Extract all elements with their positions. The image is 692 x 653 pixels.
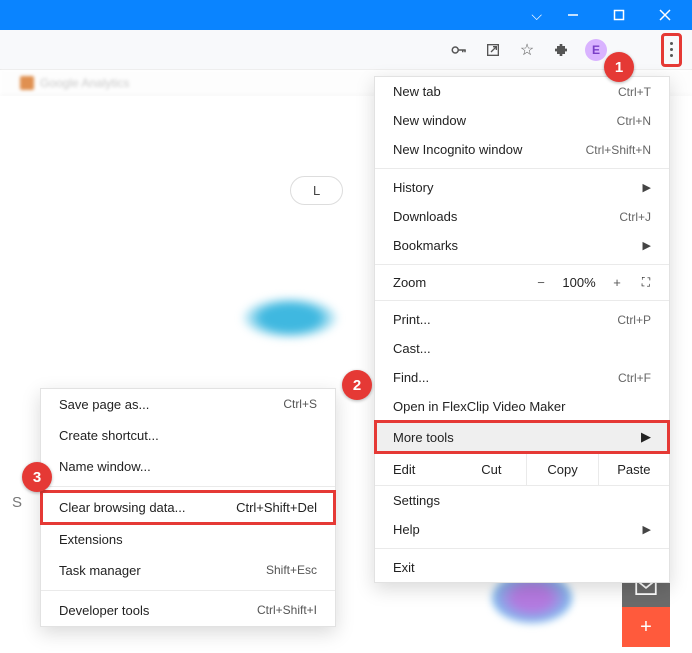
menu-bookmarks[interactable]: Bookmarks▶ bbox=[375, 231, 669, 260]
zoom-level: 100% bbox=[555, 275, 603, 290]
edit-cut[interactable]: Cut bbox=[456, 454, 527, 485]
menu-edit-row: Edit Cut Copy Paste bbox=[375, 453, 669, 486]
more-menu-button[interactable] bbox=[661, 33, 682, 67]
menu-downloads[interactable]: DownloadsCtrl+J bbox=[375, 202, 669, 231]
step-badge-2: 2 bbox=[342, 370, 372, 400]
menu-print[interactable]: Print...Ctrl+P bbox=[375, 305, 669, 334]
page-pill: L bbox=[290, 176, 343, 205]
submenu-create-shortcut[interactable]: Create shortcut... bbox=[41, 420, 335, 451]
submenu-task-manager[interactable]: Task managerShift+Esc bbox=[41, 555, 335, 586]
submenu-save-page[interactable]: Save page as...Ctrl+S bbox=[41, 389, 335, 420]
edit-paste[interactable]: Paste bbox=[599, 454, 669, 485]
edit-label: Edit bbox=[375, 454, 456, 485]
edit-copy[interactable]: Copy bbox=[527, 454, 598, 485]
more-tools-submenu: Save page as...Ctrl+S Create shortcut...… bbox=[40, 388, 336, 627]
menu-find[interactable]: Find...Ctrl+F bbox=[375, 363, 669, 392]
menu-flexclip[interactable]: Open in FlexClip Video Maker bbox=[375, 392, 669, 421]
step-badge-1: 1 bbox=[604, 52, 634, 82]
tab-search-icon[interactable]: ⌵ bbox=[531, 7, 542, 24]
main-menu: New tabCtrl+T New windowCtrl+N New Incog… bbox=[374, 76, 670, 583]
menu-new-tab[interactable]: New tabCtrl+T bbox=[375, 77, 669, 106]
window-titlebar: ⌵ bbox=[0, 0, 692, 30]
menu-new-incognito[interactable]: New Incognito windowCtrl+Shift+N bbox=[375, 135, 669, 164]
window-minimize-button[interactable] bbox=[550, 0, 596, 30]
key-icon[interactable] bbox=[449, 41, 469, 59]
menu-zoom: Zoom − 100% + ⛶ bbox=[375, 269, 669, 296]
extensions-icon[interactable] bbox=[551, 42, 571, 58]
menu-exit[interactable]: Exit bbox=[375, 553, 669, 582]
add-fab[interactable]: + bbox=[622, 607, 670, 647]
submenu-extensions[interactable]: Extensions bbox=[41, 524, 335, 555]
menu-help[interactable]: Help▶ bbox=[375, 515, 669, 544]
step-badge-3: 3 bbox=[22, 462, 52, 492]
profile-avatar[interactable]: E bbox=[585, 39, 607, 61]
submenu-name-window[interactable]: Name window... bbox=[41, 451, 335, 482]
window-close-button[interactable] bbox=[642, 0, 688, 30]
zoom-in-button[interactable]: + bbox=[603, 275, 631, 290]
window-maximize-button[interactable] bbox=[596, 0, 642, 30]
menu-settings[interactable]: Settings bbox=[375, 486, 669, 515]
submenu-developer-tools[interactable]: Developer toolsCtrl+Shift+I bbox=[41, 595, 335, 626]
decorative-blob bbox=[240, 296, 340, 340]
menu-new-window[interactable]: New windowCtrl+N bbox=[375, 106, 669, 135]
submenu-clear-browsing-data[interactable]: Clear browsing data...Ctrl+Shift+Del bbox=[40, 490, 336, 525]
browser-toolbar: ☆ E bbox=[0, 30, 692, 70]
menu-history[interactable]: History▶ bbox=[375, 173, 669, 202]
side-letter: S bbox=[12, 494, 22, 511]
menu-cast[interactable]: Cast... bbox=[375, 334, 669, 363]
star-icon[interactable]: ☆ bbox=[517, 40, 537, 60]
open-external-icon[interactable] bbox=[483, 42, 503, 58]
zoom-out-button[interactable]: − bbox=[527, 275, 555, 290]
fullscreen-icon[interactable]: ⛶ bbox=[631, 275, 659, 290]
menu-more-tools[interactable]: More tools▶ bbox=[374, 420, 670, 454]
